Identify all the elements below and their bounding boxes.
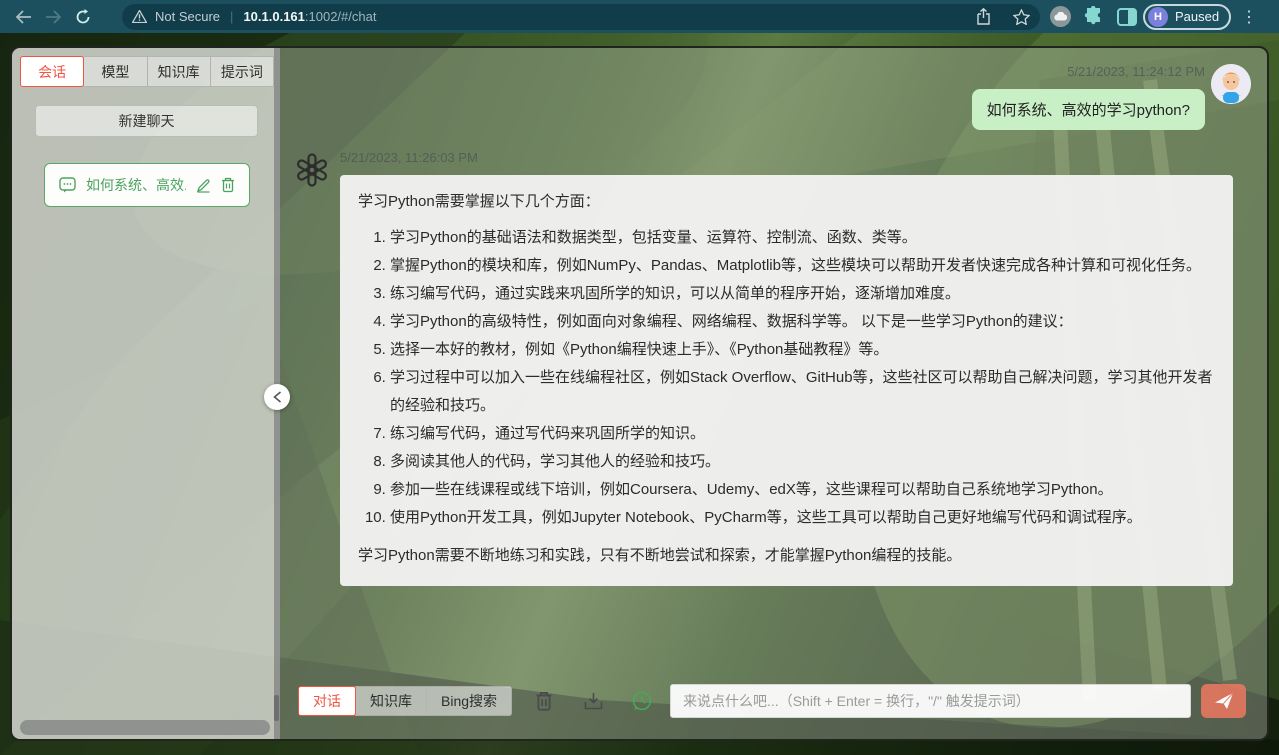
delete-trash-icon[interactable] xyxy=(221,177,235,193)
chevron-left-icon xyxy=(273,391,282,403)
assistant-list-item: 学习Python的基础语法和数据类型，包括变量、运算符、控制流、函数、类等。 xyxy=(390,224,1215,252)
browser-menu-icon[interactable]: ⋮ xyxy=(1241,7,1257,27)
url-separator: | xyxy=(230,9,233,24)
forward-arrow-icon xyxy=(45,10,62,24)
assistant-message-card: 学习Python需要掌握以下几个方面： 学习Python的基础语法和数据类型，包… xyxy=(340,175,1233,586)
assistant-outro: 学习Python需要不断地练习和实践，只有不断地尝试和探索，才能掌握Python… xyxy=(358,542,1215,570)
forward-button[interactable] xyxy=(38,4,68,30)
reload-button[interactable] xyxy=(68,4,98,30)
send-plane-icon xyxy=(1214,692,1234,710)
download-icon xyxy=(584,692,603,711)
user-avatar xyxy=(1211,64,1251,104)
composer-mode-button[interactable]: 对话 xyxy=(298,686,356,716)
assistant-list-item: 练习编写代码，通过实践来巩固所学的知识，可以从简单的程序开始，逐渐增加难度。 xyxy=(390,280,1215,308)
sidebar-tab[interactable]: 提示词 xyxy=(210,56,274,87)
not-secure-warning-icon xyxy=(132,10,147,23)
chat-app-window: 会话模型知识库提示词 新建聊天 如何系统、高效... 5/21/2023, 11… xyxy=(10,46,1269,741)
assistant-message-timestamp: 5/21/2023, 11:26:03 PM xyxy=(340,150,1233,165)
edit-pencil-icon[interactable] xyxy=(196,178,211,193)
profile-status-label: Paused xyxy=(1175,9,1219,24)
share-icon[interactable] xyxy=(976,8,991,25)
assistant-list-item: 选择一本好的教材，例如《Python编程快速上手》、《Python基础教程》等。 xyxy=(390,336,1215,364)
assistant-list-item: 学习Python的高级特性，例如面向对象编程、网络编程、数据科学等。 以下是一些… xyxy=(390,308,1215,336)
sidebar-tab[interactable]: 知识库 xyxy=(147,56,211,87)
extensions-puzzle-icon[interactable] xyxy=(1083,6,1104,27)
composer-bar: 对话知识库Bing搜索 xyxy=(298,684,1246,718)
extension-cloud-icon[interactable] xyxy=(1050,6,1071,27)
user-message-timestamp: 5/21/2023, 11:24:12 PM xyxy=(1067,64,1205,79)
composer-mode-group: 对话知识库Bing搜索 xyxy=(298,686,512,716)
assistant-openai-logo xyxy=(294,152,330,188)
side-panel-icon[interactable] xyxy=(1117,8,1137,26)
new-chat-button[interactable]: 新建聊天 xyxy=(35,105,258,137)
sidebar-horizontal-scrollbar[interactable] xyxy=(20,720,270,735)
assistant-list-item: 掌握Python的模块和库，例如NumPy、Pandas、Matplotlib等… xyxy=(390,252,1215,280)
assistant-message-row: 5/21/2023, 11:26:03 PM 学习Python需要掌握以下几个方… xyxy=(280,130,1267,586)
send-button[interactable] xyxy=(1201,684,1246,718)
user-message-row: 5/21/2023, 11:24:12 PM 如何系统、高效的学习python? xyxy=(280,48,1267,130)
reload-icon xyxy=(75,9,91,25)
sidebar-tabs: 会话模型知识库提示词 xyxy=(20,56,274,87)
conversation-title: 如何系统、高效... xyxy=(86,175,186,195)
sidebar: 会话模型知识库提示词 新建聊天 如何系统、高效... xyxy=(12,48,274,739)
back-arrow-icon xyxy=(15,10,32,24)
collapse-sidebar-button[interactable] xyxy=(264,384,290,410)
conversation-list-item[interactable]: 如何系统、高效... xyxy=(44,163,250,207)
assistant-list-item: 练习编写代码，通过写代码来巩固所学的知识。 xyxy=(390,420,1215,448)
assistant-list-item: 学习过程中可以加入一些在线编程社区，例如Stack Overflow、GitHu… xyxy=(390,364,1215,420)
export-chat-button[interactable] xyxy=(582,690,604,712)
assistant-list-item: 参加一些在线课程或线下培训，例如Coursera、Udemy、edX等，这些课程… xyxy=(390,476,1215,504)
sidebar-tab[interactable]: 会话 xyxy=(20,56,84,87)
user-message-bubble: 如何系统、高效的学习python? xyxy=(972,89,1205,130)
sidebar-tab[interactable]: 模型 xyxy=(83,56,147,87)
chat-main-area: 5/21/2023, 11:24:12 PM 如何系统、高效的学习python? xyxy=(280,48,1267,739)
chat-bubble-icon xyxy=(59,177,76,193)
chat-history-button[interactable] xyxy=(631,690,653,712)
assistant-list-item: 多阅读其他人的代码，学习其他人的经验和技巧。 xyxy=(390,448,1215,476)
url-path: :1002/#/chat xyxy=(305,9,377,24)
assistant-list-item: 使用Python开发工具，例如Jupyter Notebook、PyCharm等… xyxy=(390,504,1215,532)
assistant-list: 学习Python的基础语法和数据类型，包括变量、运算符、控制流、函数、类等。掌握… xyxy=(358,224,1215,532)
security-label: Not Secure xyxy=(155,9,220,24)
composer-mode-button[interactable]: Bing搜索 xyxy=(426,686,512,716)
clear-chat-button[interactable] xyxy=(533,690,555,712)
sidebar-vertical-scrollbar[interactable] xyxy=(274,695,279,721)
address-bar[interactable]: Not Secure | 10.1.0.161:1002/#/chat xyxy=(122,4,1040,30)
message-input[interactable] xyxy=(670,684,1191,718)
browser-toolbar: Not Secure | 10.1.0.161:1002/#/chat H Pa… xyxy=(0,0,1279,33)
bookmark-star-icon[interactable] xyxy=(1013,9,1030,25)
composer-mode-button[interactable]: 知识库 xyxy=(355,686,427,716)
trash-icon xyxy=(535,691,553,711)
profile-paused-button[interactable]: H Paused xyxy=(1143,4,1231,30)
back-button[interactable] xyxy=(8,4,38,30)
history-clock-icon xyxy=(632,691,652,711)
assistant-intro: 学习Python需要掌握以下几个方面： xyxy=(358,188,1215,216)
profile-avatar: H xyxy=(1148,7,1168,27)
url-host: 10.1.0.161 xyxy=(243,9,304,24)
